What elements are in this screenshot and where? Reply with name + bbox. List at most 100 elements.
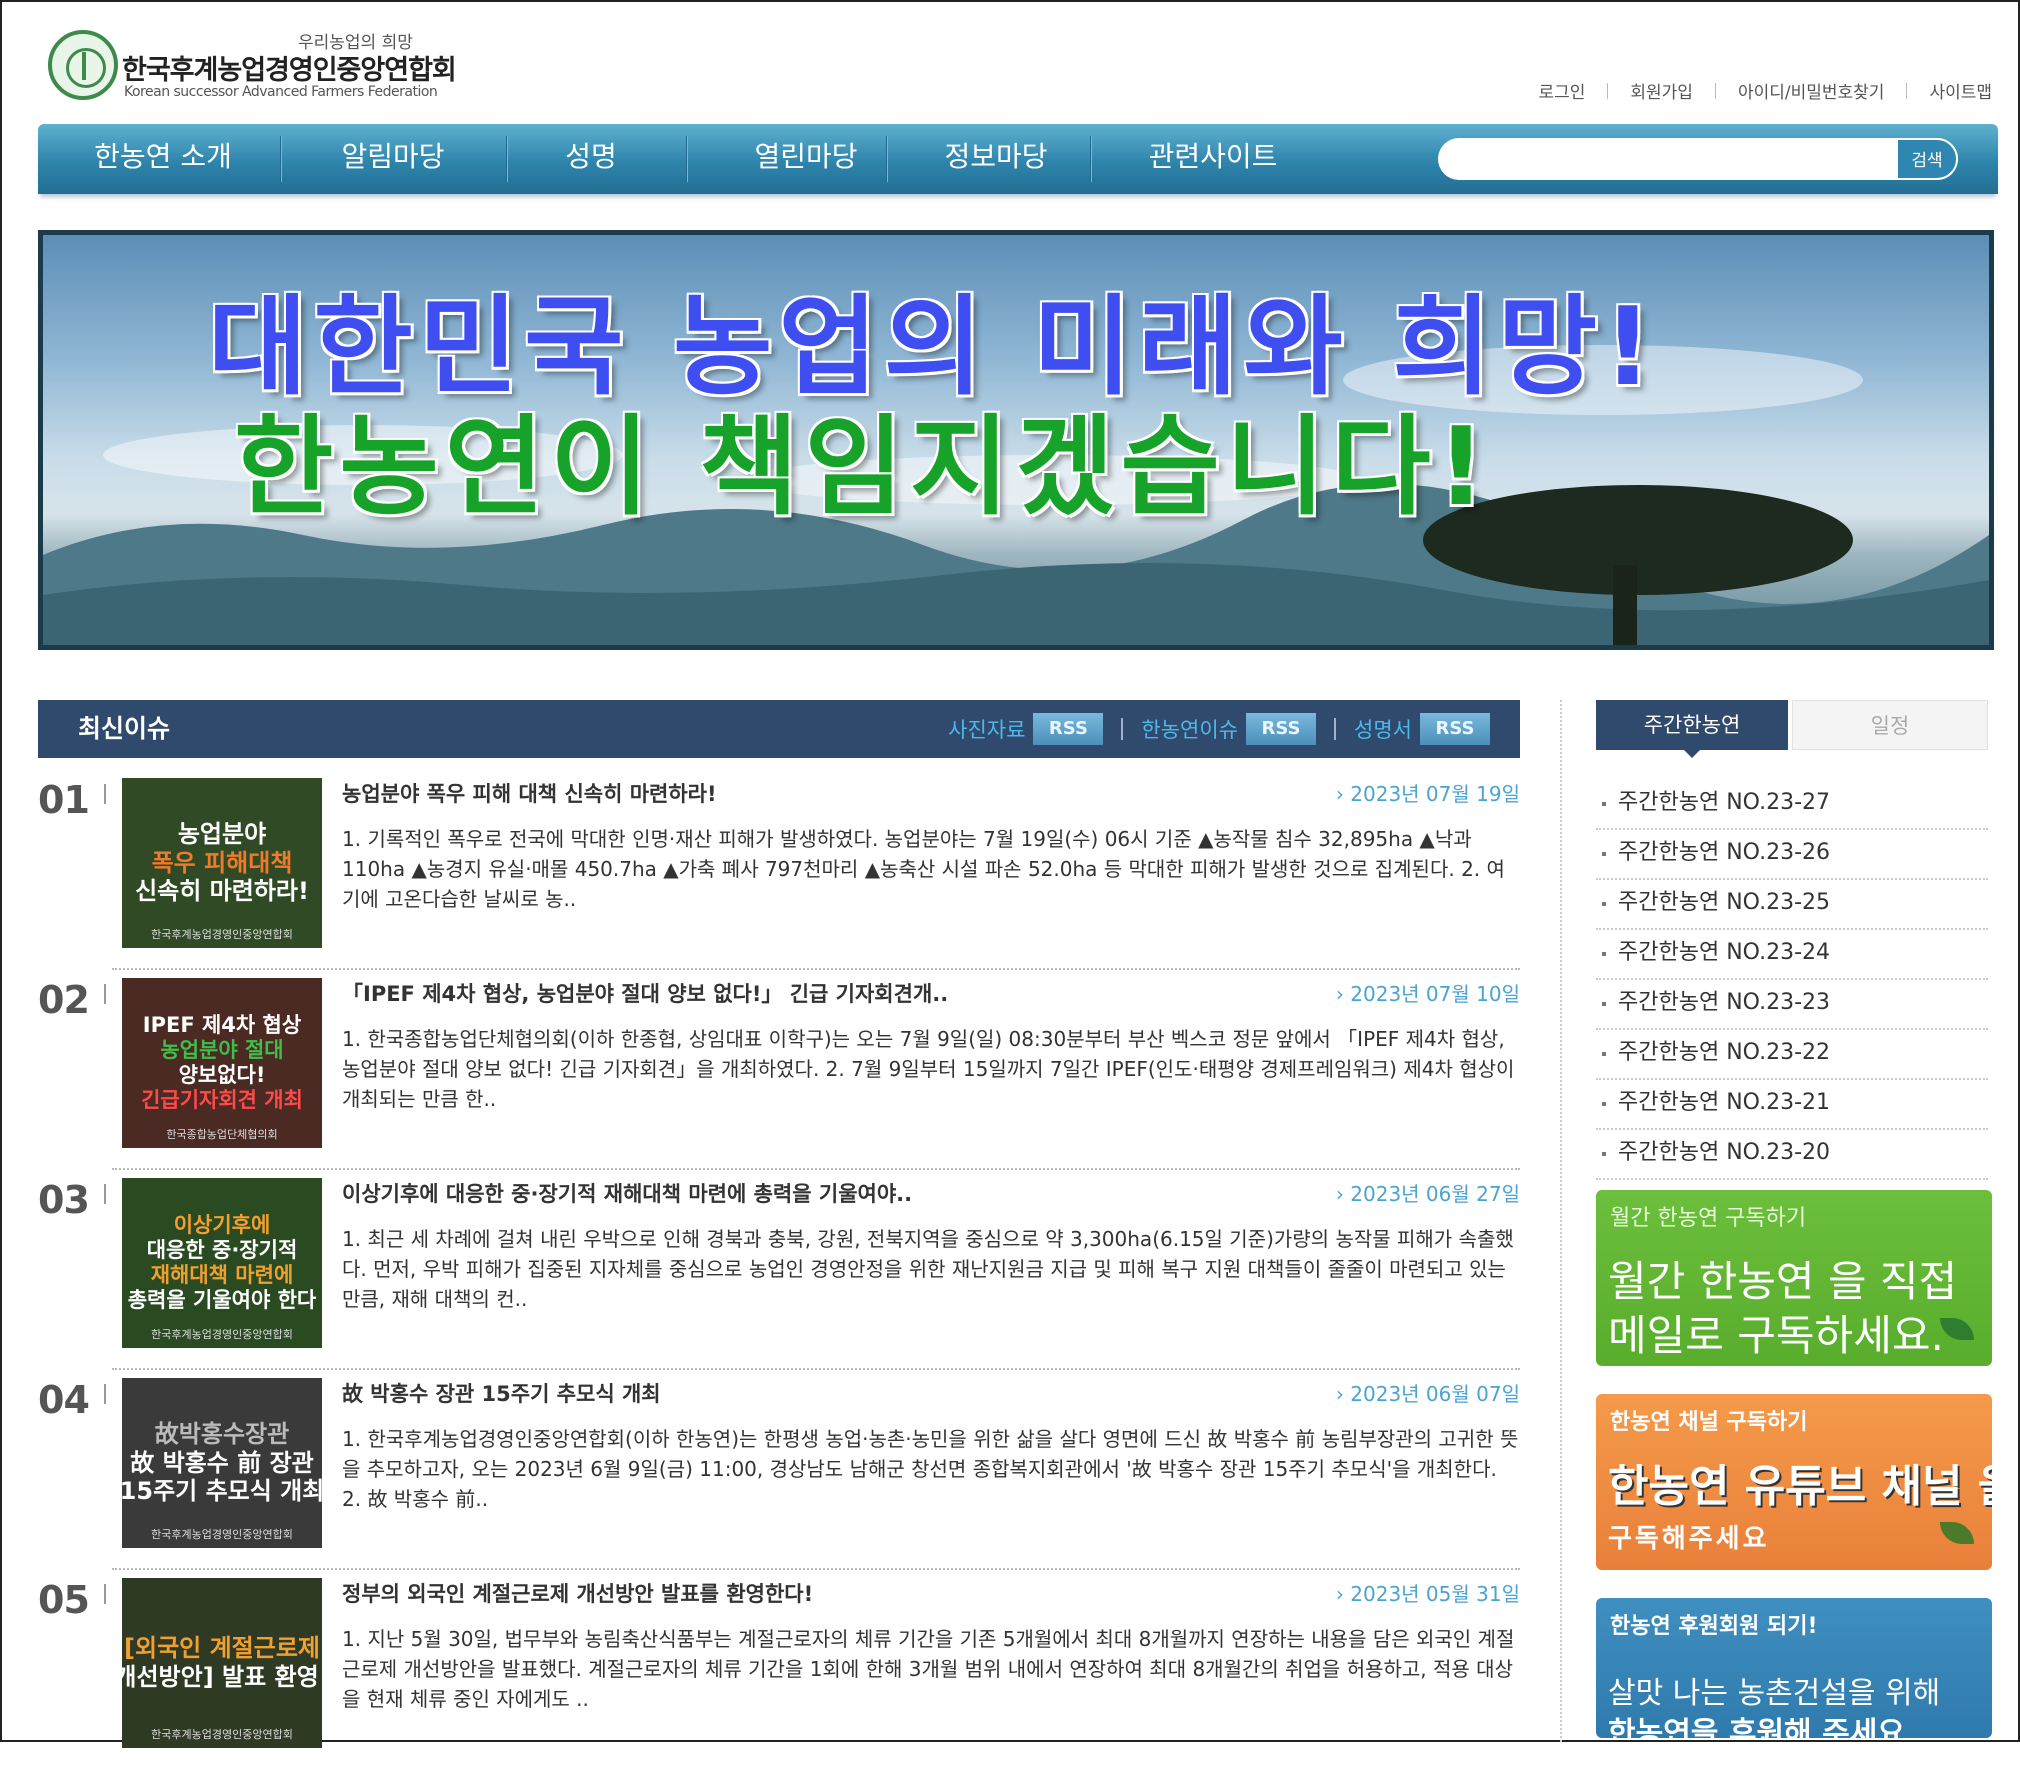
promo-heading: 한농연 채널 구독하기 (1610, 1410, 1808, 1435)
divider (104, 1384, 106, 1404)
rss-feeds: 사진자료 RSS 한농연이슈 RSS 성명서 RSS (948, 713, 1490, 745)
article-number: 04 (38, 1378, 90, 1422)
thumbnail-caption: 개선방안] 발표 환영! (122, 1663, 322, 1691)
thumbnail-caption: 농업분야 (177, 819, 267, 848)
promo-support-member[interactable]: 한농연 후원회원 되기! 살맛 나는 농촌건설을 위해 한농연을 후원해 주세요 (1596, 1598, 1992, 1738)
thumbnail-caption: 폭우 피해대책 (151, 848, 293, 877)
promo-heading: 한농연 후원회원 되기! (1610, 1614, 1818, 1639)
weekly-list-item[interactable]: 주간한농연 NO.23-26 (1596, 830, 1988, 880)
nav-divider (280, 136, 281, 182)
rss-button-statements[interactable]: RSS (1420, 713, 1490, 745)
article-item[interactable]: 02 IPEF 제4차 협상 농업분야 절대 양보없다! 긴급기자회견 개최 한국종합농업… (38, 978, 1520, 1170)
weekly-list-item[interactable]: 주간한농연 NO.23-25 (1596, 880, 1988, 930)
divider (104, 984, 106, 1004)
article-item[interactable]: 01 농업분야 폭우 피해대책 신속히 마련하라! 한국후계농업경영인중앙연합회 농업분야… (38, 778, 1520, 970)
article-thumbnail[interactable]: IPEF 제4차 협상 농업분야 절대 양보없다! 긴급기자회견 개최 한국종합농업단체… (122, 978, 322, 1148)
weekly-list-item[interactable]: 주간한농연 NO.23-24 (1596, 930, 1988, 980)
article-title[interactable]: 이상기후에 대응한 중·장기적 재해대책 마련에 총력을 기울여야.. (342, 1178, 912, 1208)
rss-button-issues[interactable]: RSS (1246, 713, 1317, 745)
promo-text: 한농연을 후원해 주세요 (1608, 1716, 1905, 1738)
feed-label-issues[interactable]: 한농연이슈 (1141, 714, 1238, 744)
nav-divider (686, 136, 687, 182)
article-date-text: 2023년 07월 19일 (1350, 782, 1520, 806)
thumbnail-caption: 재해대책 마련에 (150, 1263, 294, 1287)
thumbnail-footer: 한국후계농업경영인중앙연합회 (151, 1728, 293, 1741)
logo-emblem-icon (48, 30, 118, 100)
weekly-list-item[interactable]: 주간한농연 NO.23-21 (1596, 1080, 1988, 1130)
banner-subheadline: 한농연이 책임지겠습니다! (234, 405, 1492, 530)
article-date-text: 2023년 07월 10일 (1350, 982, 1520, 1006)
tab-schedule[interactable]: 일정 (1792, 700, 1988, 750)
weekly-list-item[interactable]: 주간한농연 NO.23-22 (1596, 1030, 1988, 1080)
nav-divider (1090, 136, 1091, 182)
article-date: › 2023년 06월 27일 (1335, 1182, 1520, 1206)
article-thumbnail[interactable]: 이상기후에 대응한 중·장기적 재해대책 마련에 총력을 기울여야 한다 한국후계농업경… (122, 1178, 322, 1348)
article-summary: 1. 한국후계농업경영인중앙연합회(이하 한농연)는 한평생 농업·농촌·농민을… (342, 1427, 1519, 1511)
thumbnail-caption: 故 박홍수 前 장관 (130, 1448, 314, 1477)
weekly-list: 주간한농연 NO.23-27 주간한농연 NO.23-26 주간한농연 NO.23-… (1596, 780, 1988, 1180)
article-thumbnail[interactable]: 故박홍수장관 故 박홍수 前 장관 15주기 추모식 개최 한국후계농업경영인중앙연합… (122, 1378, 322, 1548)
search-button[interactable]: 검색 (1896, 138, 1958, 180)
logo-org-name-en: Korean successor Advanced Farmers Federa… (124, 84, 438, 100)
article-number: 01 (38, 778, 90, 822)
article-item[interactable]: 04 故박홍수장관 故 박홍수 前 장관 15주기 추모식 개최 한국후계농업경영인중앙… (38, 1378, 1520, 1570)
article-title[interactable]: 「IPEF 제4차 협상, 농업분야 절대 양보 없다!」 긴급 기자회견개.. (342, 978, 948, 1008)
feed-label-photos[interactable]: 사진자료 (948, 714, 1025, 744)
rss-button-photos[interactable]: RSS (1033, 713, 1104, 745)
article-summary: 1. 지난 5월 30일, 법무부와 농림축산식품부는 계절근로자의 체류 기간… (342, 1627, 1515, 1711)
divider (1121, 718, 1124, 740)
logo-org-name: 한국후계농업경영인중앙연합회 (122, 55, 457, 86)
divider (112, 1568, 1520, 1570)
article-thumbnail[interactable]: [외국인 계절근로제 개선방안] 발표 환영! 한국후계농업경영인중앙연합회 (122, 1578, 322, 1748)
signup-link[interactable]: 회원가입 (1630, 78, 1693, 103)
search-box: 검색 (1438, 138, 1958, 180)
weekly-list-item[interactable]: 주간한농연 NO.23-27 (1596, 780, 1988, 830)
article-summary: 1. 최근 세 차례에 걸쳐 내린 우박으로 인해 경북과 충북, 강원, 전북… (342, 1227, 1514, 1311)
article-title[interactable]: 故 박홍수 장관 15주기 추모식 개최 (342, 1378, 661, 1408)
search-input[interactable] (1458, 146, 1902, 174)
article-date-text: 2023년 05월 31일 (1350, 1582, 1520, 1606)
divider (112, 968, 1520, 970)
nav-item-notice[interactable]: 알림마당 (288, 124, 498, 194)
article-summary: 1. 기록적인 폭우로 전국에 막대한 인명·재산 피해가 발생하였다. 농업분… (342, 827, 1505, 911)
article-item[interactable]: 05 [외국인 계절근로제 개선방안] 발표 환영! 한국후계농업경영인중앙연합회 정부… (38, 1578, 1520, 1768)
leaf-icon (1940, 1522, 1974, 1544)
thumbnail-caption: 긴급기자회견 개최 (141, 1088, 303, 1113)
login-link[interactable]: 로그인 (1538, 78, 1585, 103)
article-item[interactable]: 03 이상기후에 대응한 중·장기적 재해대책 마련에 총력을 기울여야 한다 한국후계농… (38, 1178, 1520, 1370)
latest-issues-title: 최신이슈 (78, 714, 171, 743)
promo-monthly-subscribe[interactable]: 월간 한농연 구독하기 월간 한농연 을 직접 메일로 구독하세요. (1596, 1190, 1992, 1366)
weekly-list-item[interactable]: 주간한농연 NO.23-23 (1596, 980, 1988, 1030)
nav-item-info[interactable]: 정보마당 (896, 124, 1096, 194)
tab-weekly[interactable]: 주간한농연 (1596, 700, 1788, 758)
divider (104, 784, 106, 804)
article-number: 05 (38, 1578, 90, 1622)
article-title[interactable]: 농업분야 폭우 피해 대책 신속히 마련하라! (342, 778, 717, 808)
article-thumbnail[interactable]: 농업분야 폭우 피해대책 신속히 마련하라! 한국후계농업경영인중앙연합회 (122, 778, 322, 948)
nav-item-about[interactable]: 한농연 소개 (58, 124, 268, 194)
thumbnail-footer: 한국후계농업경영인중앙연합회 (151, 928, 293, 941)
nav-divider (506, 136, 507, 182)
article-number: 02 (38, 978, 90, 1022)
nav-item-related-sites[interactable]: 관련사이트 (1098, 124, 1328, 194)
article-date: › 2023년 07월 10일 (1335, 982, 1520, 1006)
thumbnail-footer: 한국후계농업경영인중앙연합회 (151, 1328, 293, 1341)
promo-youtube-subscribe[interactable]: 한농연 채널 구독하기 한농연 유튜브 채널 을 구독해주세요 (1596, 1394, 1992, 1570)
site-logo[interactable]: 우리농업의 희망 한국후계농업경영인중앙연합회 Korean successor… (48, 28, 457, 108)
nav-divider (886, 136, 887, 182)
find-account-link[interactable]: 아이디/비밀번호찾기 (1738, 78, 1885, 103)
article-title[interactable]: 정부의 외국인 계절근로제 개선방안 발표를 환영한다! (342, 1578, 813, 1608)
divider (1714, 82, 1716, 99)
thumbnail-caption: 총력을 기울여야 한다 (127, 1288, 317, 1313)
sitemap-link[interactable]: 사이트맵 (1929, 78, 1992, 103)
weekly-list-item[interactable]: 주간한농연 NO.23-20 (1596, 1130, 1988, 1180)
promo-text: 살맛 나는 농촌건설을 위해 (1608, 1676, 1941, 1711)
feed-label-statements[interactable]: 성명서 (1354, 714, 1412, 744)
nav-item-statement[interactable]: 성명 (516, 124, 666, 194)
nav-item-open-forum[interactable]: 열린마당 (696, 124, 916, 194)
article-date-text: 2023년 06월 07일 (1350, 1382, 1520, 1406)
thumbnail-caption: 故박홍수장관 (154, 1419, 290, 1448)
thumbnail-caption: 15주기 추모식 개최 (122, 1477, 322, 1506)
promo-text: 메일로 구독하세요. (1608, 1311, 1944, 1360)
leaf-icon (1940, 1318, 1974, 1340)
